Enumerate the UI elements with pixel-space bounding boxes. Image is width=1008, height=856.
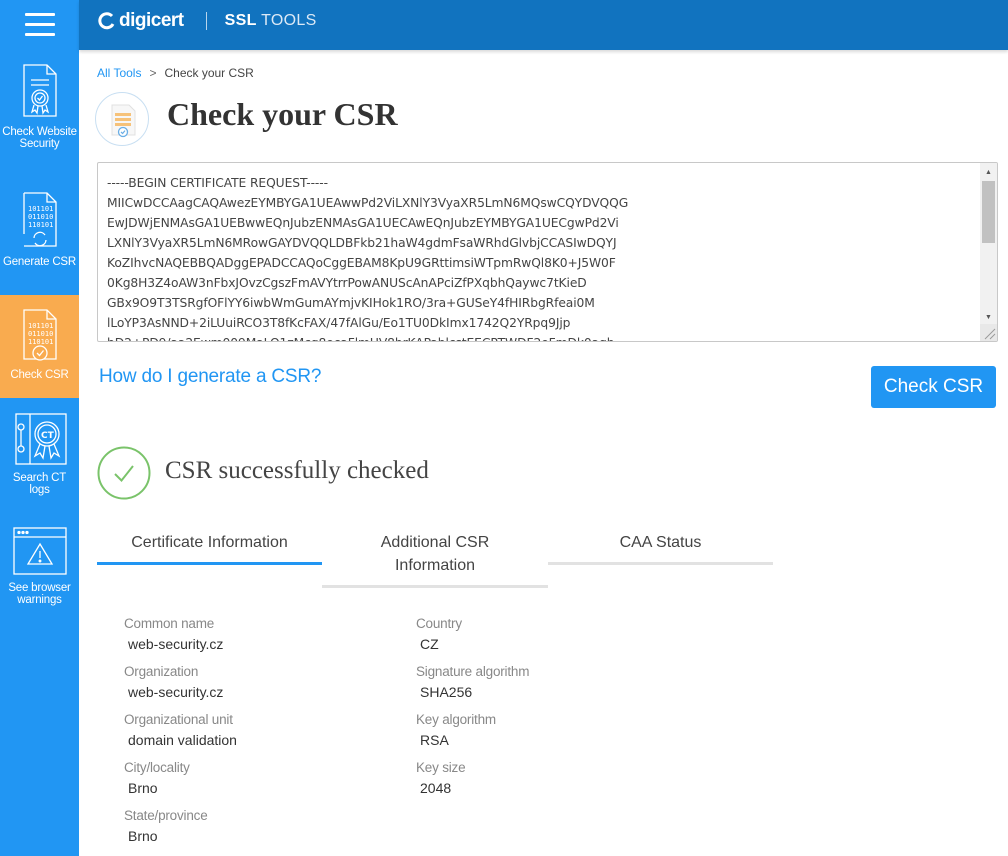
product-name-rest: TOOLS	[256, 12, 317, 29]
page-title: Check your CSR	[167, 96, 398, 132]
check-csr-button[interactable]: Check CSR	[871, 366, 996, 408]
field-value-key-algorithm: RSA	[420, 732, 449, 748]
sidebar-item-generate-csr[interactable]: 101101 011010 110101 Generate CSR	[0, 190, 79, 288]
top-header: digicert SSL TOOLS	[79, 0, 1008, 50]
tab-additional-csr-information-indicator	[322, 585, 548, 588]
digicert-logo-icon	[98, 12, 115, 30]
svg-text:101101: 101101	[28, 322, 53, 330]
field-label-organizational-unit: Organizational unit	[124, 712, 233, 727]
sidebar-item-label: See browser warnings	[8, 582, 71, 606]
tab-caa-status[interactable]: CAA Status	[548, 531, 773, 554]
breadcrumb-separator: >	[149, 66, 157, 80]
sidebar-item-label: Search CT logs	[12, 472, 67, 496]
field-label-key-size: Key size	[416, 760, 466, 775]
field-value-city: Brno	[128, 780, 158, 796]
field-label-key-algorithm: Key algorithm	[416, 712, 496, 727]
sidebar: Check Website Security 101101 011010 110…	[0, 0, 79, 856]
hamburger-menu-icon[interactable]	[0, 0, 79, 48]
digicert-logo[interactable]: digicert SSL TOOLS	[97, 10, 317, 32]
success-check-circle-icon	[97, 446, 151, 500]
svg-text:011010: 011010	[28, 330, 53, 338]
field-value-key-size: 2048	[420, 780, 452, 796]
brand-name: digicert	[119, 10, 184, 31]
svg-text:110101: 110101	[28, 338, 53, 346]
tab-caa-status-indicator	[548, 562, 773, 565]
result-message: CSR successfully checked	[165, 457, 429, 484]
scroll-down-arrow-icon[interactable]: ▼	[980, 310, 997, 324]
field-label-organization: Organization	[124, 664, 199, 679]
scroll-up-arrow-icon[interactable]: ▲	[980, 165, 997, 179]
field-label-signature-algorithm: Signature algorithm	[416, 664, 530, 679]
tab-certificate-information[interactable]: Certificate Information	[97, 531, 322, 554]
breadcrumb: All Tools > Check your CSR	[97, 66, 254, 80]
field-value-state: Brno	[128, 828, 158, 844]
browser-warning-icon	[12, 527, 67, 575]
scroll-thumb[interactable]	[982, 181, 995, 243]
field-value-organization: web-security.cz	[128, 684, 224, 700]
field-value-common-name: web-security.cz	[128, 636, 224, 652]
field-label-country: Country	[416, 616, 462, 631]
csr-textarea[interactable]: -----BEGIN CERTIFICATE REQUEST----- MIIC…	[97, 162, 998, 342]
tab-additional-csr-information[interactable]: Additional CSR Information	[340, 531, 530, 577]
certificate-badge-icon	[22, 64, 57, 117]
resize-grip-icon[interactable]	[980, 324, 997, 341]
ct-log-book-icon: CT	[14, 413, 67, 465]
field-label-city: City/locality	[124, 760, 190, 775]
svg-text:CT: CT	[41, 431, 55, 441]
svg-text:011010: 011010	[28, 213, 53, 221]
sidebar-item-see-browser-warnings[interactable]: See browser warnings	[0, 526, 79, 616]
sidebar-item-check-csr[interactable]: 101101 011010 110101 Check CSR	[0, 295, 79, 398]
field-label-common-name: Common name	[124, 616, 215, 631]
how-to-generate-csr-link[interactable]: How do I generate a CSR?	[99, 366, 321, 388]
svg-text:101101: 101101	[28, 205, 53, 213]
field-value-organizational-unit: domain validation	[128, 732, 237, 748]
tab-certificate-information-indicator	[97, 562, 322, 565]
breadcrumb-all-tools[interactable]: All Tools	[97, 66, 141, 80]
textarea-scrollbar[interactable]: ▲ ▼	[980, 163, 997, 326]
breadcrumb-current: Check your CSR	[164, 66, 254, 80]
logo-divider	[205, 12, 207, 30]
binary-document-check-icon: 101101 011010 110101	[22, 309, 57, 361]
product-name-bold: SSL	[224, 12, 257, 29]
sidebar-item-label: Check CSR	[10, 369, 69, 381]
field-value-country: CZ	[420, 636, 439, 652]
sidebar-item-label: Generate CSR	[2, 256, 77, 268]
sidebar-item-check-website-security[interactable]: Check Website Security	[0, 62, 79, 172]
sidebar-item-search-ct-logs[interactable]: CT Search CT logs	[0, 412, 79, 512]
binary-document-refresh-icon: 101101 011010 110101	[22, 192, 57, 247]
field-label-state: State/province	[124, 808, 208, 823]
field-value-signature-algorithm: SHA256	[420, 684, 473, 700]
svg-text:110101: 110101	[28, 221, 53, 229]
product-name: SSL TOOLS	[225, 12, 317, 30]
csr-textarea-content[interactable]: -----BEGIN CERTIFICATE REQUEST----- MIIC…	[107, 173, 977, 341]
sidebar-item-label: Check Website Security	[2, 126, 77, 150]
csr-document-check-icon	[95, 92, 149, 146]
